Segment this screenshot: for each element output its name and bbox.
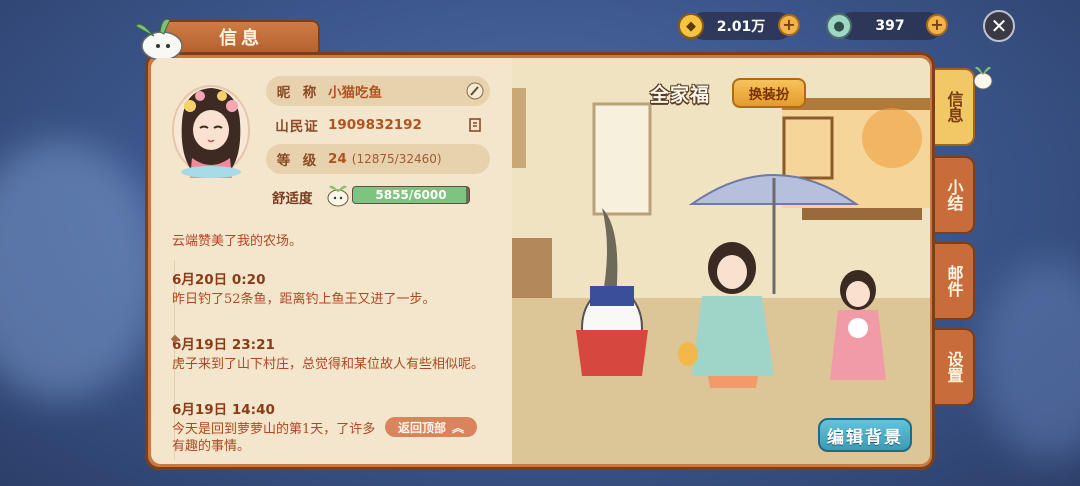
log-text: 昨日钓了52条鱼，距离钓上鱼王又进了一步。 [172,292,436,307]
dress-up-label: 换装扮 [748,87,790,103]
sprout-icon [327,185,349,207]
copy-icon[interactable] [466,116,484,134]
jade-icon: ● [826,13,852,39]
edit-brush-icon[interactable] [466,82,484,100]
id-label: 山民证 [275,119,319,135]
tab-settings-label: 设置 [944,351,964,383]
player-avatar[interactable] [170,82,252,178]
background-blob [980,260,1080,460]
log-text: 今天是回到萝萝山的第1天，了许多有趣的事情。 [172,422,376,454]
edit-background-button[interactable]: 编辑背景 [818,418,912,452]
level-exp: (12875/32460) [351,152,442,166]
id-value: 1909832192 [328,117,422,133]
jade-value: 397 [875,18,905,34]
close-icon: ✕ [990,14,1008,38]
copper-coin-icon: ◆ [678,13,704,39]
radish-mascot-icon [135,18,183,61]
nickname-row: 昵 称 小猫吃鱼 [266,76,490,106]
comfort-value: 5855/6000 [375,188,447,202]
add-coins-button[interactable]: + [778,14,800,36]
back-to-top-button[interactable]: 返回顶部 ︽ [385,417,477,437]
double-chevron-up-icon: ︽ [452,420,465,435]
id-row: 山民证 1909832192 [266,110,490,140]
log-entry: 6月19日 23:21 虎子来到了山下村庄，总觉得和某位故人有些相似呢。 [172,333,492,373]
tab-mail-label: 邮件 [944,265,964,297]
radish-sprite-icon [973,66,993,90]
background-blob [0,140,160,400]
family-photo-title: 全家福 [650,84,711,106]
log-entry: 6月20日 0:20 昨日钓了52条鱼，距离钓上鱼王又进了一步。 [172,268,492,308]
tab-settings[interactable]: 设置 [935,328,975,406]
level-value: 24 [328,151,347,167]
dress-up-button[interactable]: 换装扮 [732,78,806,108]
comfort-label: 舒适度 [272,191,313,207]
log-time: 6月20日 0:20 [172,272,266,288]
coin-value: 2.01万 [716,19,766,35]
log-time: 6月19日 14:40 [172,402,275,418]
edit-background-label: 编辑背景 [827,427,903,448]
add-jade-button[interactable]: + [926,14,948,36]
log-time: 6月19日 23:21 [172,337,275,353]
nickname-label: 昵 称 [276,85,318,101]
level-row: 等 级 24 (12875/32460) [266,144,490,174]
level-label: 等 级 [276,153,318,169]
log-entry-partial: 云端赞美了我的农场。 [172,230,492,250]
tab-mail[interactable]: 邮件 [935,242,975,320]
log-text: 虎子来到了山下村庄，总觉得和某位故人有些相似呢。 [172,357,485,372]
log-text: 云端赞美了我的农场。 [172,234,303,249]
nickname-value: 小猫吃鱼 [328,85,382,101]
panel-title: 信息 [219,28,263,49]
close-button[interactable]: ✕ [983,10,1015,42]
tab-summary[interactable]: 小结 [935,156,975,234]
tab-info-label: 信息 [944,91,964,123]
family-photo-scene [512,58,930,464]
tab-summary-label: 小结 [944,179,964,211]
coin-counter: 2.01万 [690,12,792,40]
back-to-top-label: 返回顶部 [397,420,446,435]
